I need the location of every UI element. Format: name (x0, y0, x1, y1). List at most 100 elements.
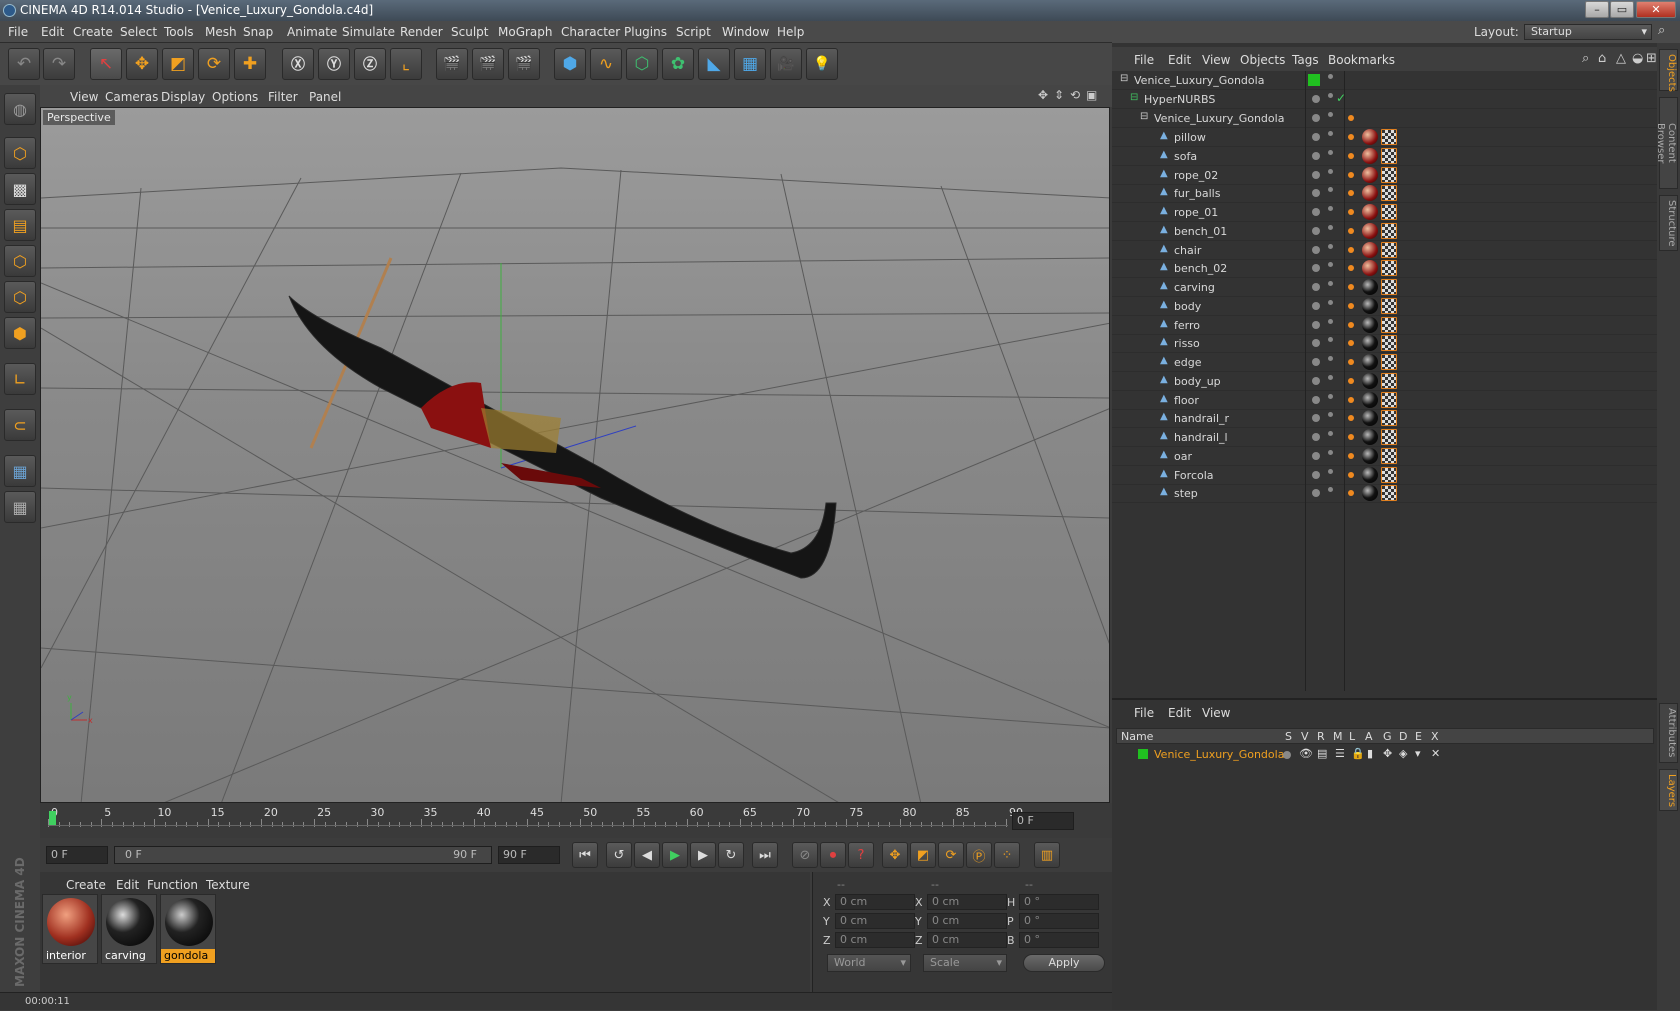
uvw-tag-icon[interactable] (1381, 335, 1397, 352)
render-visibility-dot[interactable] (1328, 487, 1333, 493)
editor-visibility-dot[interactable] (1312, 151, 1320, 160)
object-name[interactable]: edge (1174, 356, 1202, 369)
render-visibility-dot[interactable] (1328, 281, 1333, 286)
light-button[interactable]: 💡 (806, 48, 838, 80)
workplane-mode-button[interactable]: ▤ (4, 209, 36, 241)
tab-objects[interactable]: Objects (1659, 49, 1678, 92)
scale-button[interactable]: ◩ (162, 48, 194, 80)
vp-menu-cameras[interactable]: Cameras (105, 90, 158, 104)
object-row[interactable]: ▲ rope_01 (1112, 203, 1657, 222)
render-visibility-dot[interactable] (1328, 318, 1333, 324)
coord-value-field[interactable]: 0 cm (835, 932, 915, 948)
menu-create[interactable]: Create (73, 25, 113, 39)
phong-tag-icon[interactable] (1348, 209, 1354, 215)
editor-visibility-dot[interactable] (1312, 189, 1320, 198)
uvw-tag-icon[interactable] (1381, 147, 1397, 164)
uvw-tag-icon[interactable] (1381, 297, 1397, 314)
model-mode-button[interactable]: ⬡ (4, 137, 36, 169)
menu-render[interactable]: Render (400, 25, 443, 39)
next-frame-button[interactable]: ▶ (690, 842, 716, 868)
coord-value-field[interactable]: 0 ° (1019, 894, 1099, 910)
phong-tag-icon[interactable] (1348, 415, 1354, 422)
object-name[interactable]: rope_01 (1174, 206, 1218, 219)
tab-attributes[interactable]: Attributes (1659, 703, 1678, 763)
uvw-tag-icon[interactable] (1381, 447, 1397, 464)
material-tag-icon[interactable] (1362, 316, 1378, 333)
material-tag-icon[interactable] (1362, 429, 1378, 445)
obj-home-icon[interactable]: ⌂ (1598, 51, 1606, 66)
material-gondola[interactable]: gondola (160, 894, 216, 964)
phong-tag-icon[interactable] (1348, 396, 1354, 403)
key-rotation-button[interactable]: ⟳ (938, 842, 964, 868)
vp-maximize-icon[interactable]: ▣ (1086, 88, 1097, 102)
phong-tag-icon[interactable] (1348, 340, 1354, 347)
snap-button[interactable]: ⊂ (4, 409, 36, 441)
object-row[interactable]: ▲ step (1112, 484, 1657, 504)
editor-visibility-dot[interactable] (1312, 470, 1320, 479)
z-axis-button[interactable]: Ⓩ (354, 48, 386, 80)
render-visibility-dot[interactable] (1328, 393, 1333, 399)
layer-menu-edit[interactable]: Edit (1168, 706, 1191, 720)
goto-start-button[interactable]: ⏮ (572, 842, 598, 868)
phong-tag-icon[interactable] (1348, 246, 1354, 253)
menu-help[interactable]: Help (777, 25, 804, 39)
coord-transform-select[interactable]: Scale ▾ (923, 954, 1007, 972)
tab-structure[interactable]: Structure (1659, 195, 1678, 251)
coord-value-field[interactable]: 0 cm (927, 932, 1007, 948)
object-name[interactable]: body_up (1174, 375, 1221, 388)
phong-tag-icon[interactable] (1348, 115, 1354, 121)
floor-button[interactable]: ▦ (734, 48, 766, 80)
timeline-ruler[interactable]: 051015202530354045505560657075808590 0 F (40, 803, 1112, 838)
layer-column-header[interactable]: S (1285, 730, 1292, 743)
material-tag-icon[interactable] (1362, 391, 1378, 408)
goto-end-button[interactable]: ⏭ (752, 842, 778, 868)
material-tag-icon[interactable] (1362, 204, 1378, 220)
key-parameter-button[interactable]: Ⓟ (966, 842, 992, 868)
key-position-button[interactable]: ✥ (882, 842, 908, 868)
points-mode-button[interactable]: ⬡ (4, 245, 36, 277)
material-tag-icon[interactable] (1362, 147, 1378, 164)
key-scale-button[interactable]: ◩ (910, 842, 936, 868)
object-name[interactable]: handrail_l (1174, 431, 1228, 444)
obj-new-window-icon[interactable]: ⊞ (1646, 51, 1657, 66)
maximize-button[interactable]: ▭ (1610, 1, 1634, 18)
layer-xref-icon[interactable]: ✕ (1431, 747, 1440, 760)
render-visibility-dot[interactable] (1328, 374, 1333, 380)
record-keys-button[interactable]: ⊘ (792, 842, 818, 868)
uvw-tag-icon[interactable] (1381, 129, 1397, 145)
material-tag-icon[interactable] (1362, 485, 1378, 502)
material-tag-icon[interactable] (1362, 354, 1378, 370)
obj-menu-bookmarks[interactable]: Bookmarks (1328, 53, 1395, 67)
layer-generator-icon[interactable]: ✥ (1383, 747, 1392, 760)
layout-select[interactable]: Startup ▾ (1524, 24, 1652, 40)
material-tag-icon[interactable] (1362, 466, 1378, 483)
current-frame-field[interactable]: 0 F (1012, 812, 1074, 830)
render-visibility-dot[interactable] (1328, 224, 1333, 230)
menu-tools[interactable]: Tools (164, 25, 194, 39)
mat-menu-texture[interactable]: Texture (206, 878, 250, 892)
layer-visible-icon[interactable]: 👁 (1299, 747, 1313, 760)
object-row[interactable]: ▲ sofa (1112, 147, 1657, 166)
editor-visibility-dot[interactable] (1312, 339, 1320, 348)
uvw-tag-icon[interactable] (1381, 429, 1397, 445)
vp-rotate-icon[interactable]: ⟲ (1070, 88, 1080, 102)
render-visibility-dot[interactable] (1328, 168, 1333, 174)
object-name[interactable]: ferro (1174, 319, 1200, 332)
undo-button[interactable]: ↶ (8, 48, 40, 80)
phong-tag-icon[interactable] (1348, 171, 1354, 178)
minimize-button[interactable]: – (1585, 1, 1609, 18)
keyframe-selection-button[interactable]: ? (848, 842, 874, 868)
uvw-tag-icon[interactable] (1381, 166, 1397, 183)
vp-menu-options[interactable]: Options (212, 90, 258, 104)
nurbs-button[interactable]: ⬡ (626, 48, 658, 80)
layer-column-header[interactable]: M (1333, 730, 1343, 743)
array-button[interactable]: ✿ (662, 48, 694, 80)
layer-column-header[interactable]: X (1431, 730, 1439, 743)
phong-tag-icon[interactable] (1348, 434, 1354, 440)
editor-visibility-dot[interactable] (1312, 95, 1320, 103)
object-row[interactable]: ▲ body_up (1112, 372, 1657, 391)
layer-color-tag[interactable] (1308, 74, 1320, 86)
make-editable-button[interactable]: ◍ (4, 93, 36, 125)
layer-lock-icon[interactable]: 🔒 (1351, 747, 1365, 760)
object-row[interactable]: ▲ risso (1112, 334, 1657, 354)
